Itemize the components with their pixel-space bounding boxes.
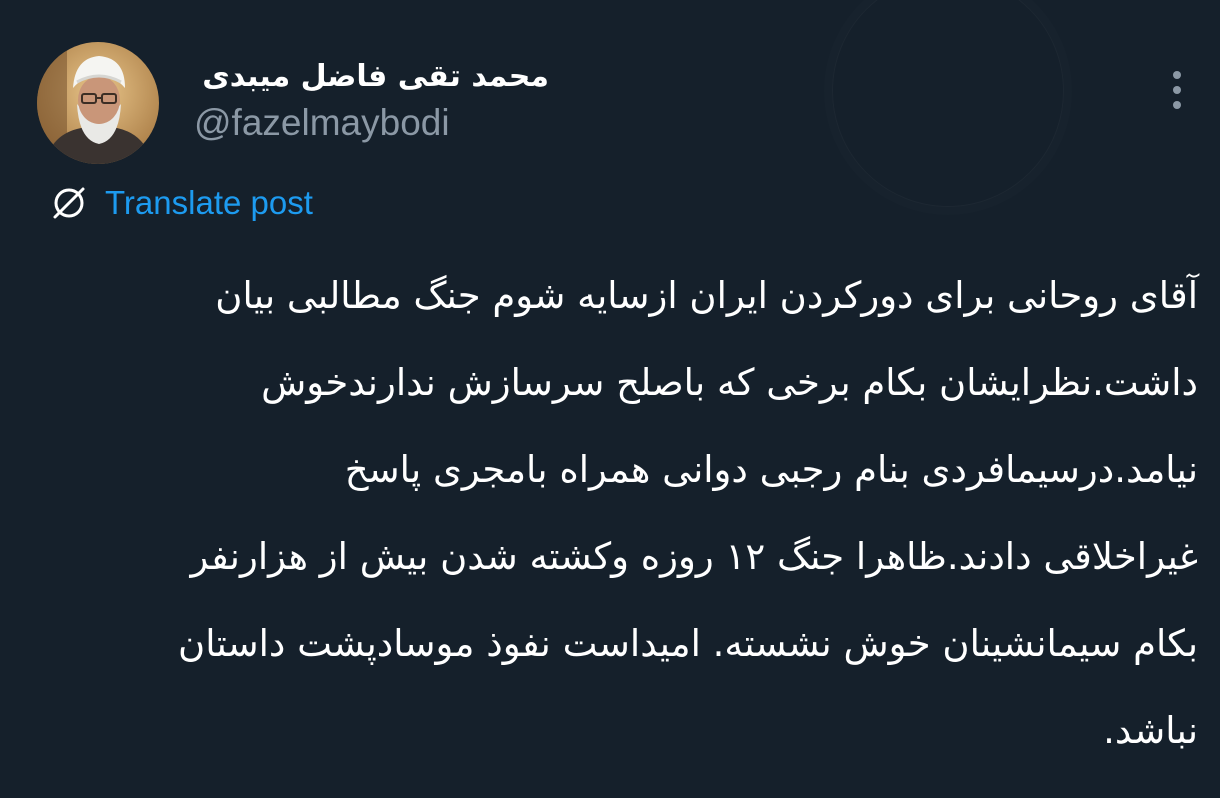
globe-slash-icon <box>49 183 89 223</box>
translate-post-link[interactable]: Translate post <box>49 182 313 224</box>
avatar[interactable] <box>37 42 159 164</box>
translate-label[interactable]: Translate post <box>105 184 313 222</box>
more-options-button[interactable] <box>1160 68 1194 112</box>
profile-photo <box>37 42 159 164</box>
post-text-line: نیامد.درسیمافردی بنام رجبی دوانی همراه ب… <box>344 448 1198 491</box>
post-text-line: بکام سیمانشینان خوش نشسته. امیداست نفوذ … <box>178 622 1198 665</box>
post-text: آقای روحانی برای دورکردن ایران ازسایه شو… <box>38 252 1198 774</box>
more-vertical-icon <box>1173 71 1181 109</box>
post-text-line: آقای روحانی برای دورکردن ایران ازسایه شو… <box>215 274 1198 317</box>
post-text-line: داشت.نظرایشان بکام برخی که باصلح سرسازش … <box>261 361 1198 404</box>
post-text-line: غیراخلاقی دادند.ظاهرا جنگ ۱۲ روزه وکشته … <box>190 535 1198 578</box>
author-handle[interactable]: @fazelmaybodi <box>194 101 450 145</box>
post-text-line: نباشد. <box>1103 709 1198 752</box>
author-display-name[interactable]: محمد تقی فاضل میبدی <box>202 57 549 97</box>
background-decoration <box>832 0 1064 207</box>
